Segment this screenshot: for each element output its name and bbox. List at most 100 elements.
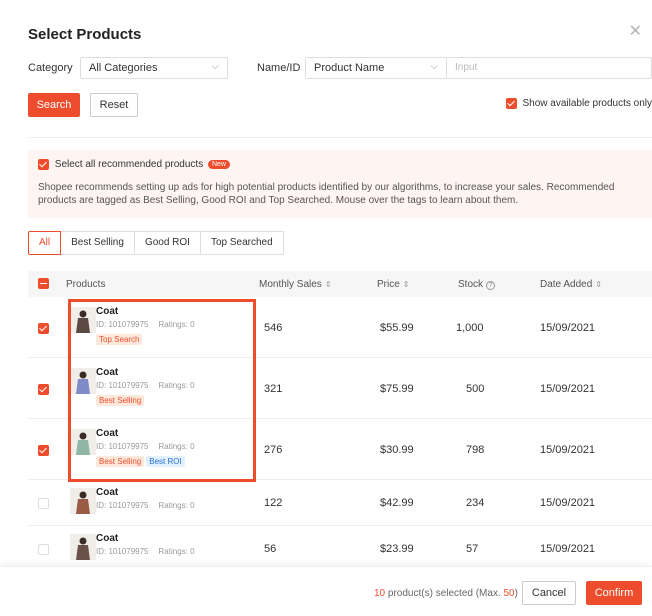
- product-tag[interactable]: Best Selling: [96, 395, 145, 406]
- tab-top-searched[interactable]: Top Searched: [201, 232, 283, 254]
- monthly-sales-value: 122: [264, 497, 283, 509]
- row-checkbox[interactable]: [38, 322, 49, 334]
- date-added-value: 15/09/2021: [540, 322, 596, 334]
- show-available-checkbox[interactable]: [505, 98, 517, 109]
- header-stock-label: Stock: [458, 279, 484, 290]
- product-tag[interactable]: Best Selling: [96, 456, 145, 467]
- price-value: $30.99: [380, 444, 414, 456]
- tab-good-roi[interactable]: Good ROI: [135, 232, 201, 254]
- name-id-input[interactable]: Input: [446, 57, 652, 79]
- product-name: Coat: [96, 367, 119, 378]
- sort-icon: ⇕: [595, 280, 602, 289]
- filter-tabs: All Best Selling Good ROI Top Searched: [28, 231, 284, 255]
- product-meta: ID: 101079975 Ratings: 0: [96, 381, 195, 390]
- header-stock: Stock?: [458, 279, 496, 290]
- selection-info: 10 product(s) selected (Max. 50): [374, 588, 518, 599]
- product-name: Coat: [96, 533, 119, 544]
- show-available-label: Show available products only: [522, 98, 652, 109]
- select-all-recommended-checkbox[interactable]: [38, 159, 49, 170]
- divider: [28, 137, 652, 138]
- product-tags: Top Search: [96, 333, 144, 345]
- chevron-down-icon: ⌵: [430, 61, 438, 72]
- product-id: ID: 101079975: [96, 547, 149, 556]
- header-monthly-sales[interactable]: Monthly Sales ⇕: [259, 279, 332, 290]
- product-meta: ID: 101079975 Ratings: 0: [96, 501, 195, 510]
- stock-value: 500: [466, 383, 485, 395]
- product-ratings: Ratings: 0: [158, 501, 195, 510]
- name-type-select[interactable]: Product Name ⌵: [305, 57, 447, 79]
- chevron-down-icon: ⌵: [211, 61, 219, 72]
- product-name: Coat: [96, 487, 119, 498]
- sort-icon: ⇕: [324, 280, 332, 289]
- header-products: Products: [66, 279, 106, 290]
- tab-all[interactable]: All: [28, 231, 62, 255]
- monthly-sales-value: 546: [264, 322, 283, 334]
- product-tag[interactable]: Best ROI: [146, 456, 185, 467]
- product-thumbnail: [70, 534, 96, 560]
- confirm-button[interactable]: Confirm: [586, 581, 642, 605]
- product-thumbnail: [70, 488, 96, 514]
- product-ratings: Ratings: 0: [158, 320, 195, 329]
- row-checkbox[interactable]: [38, 543, 49, 555]
- selected-text: product(s) selected (Max.: [385, 588, 504, 599]
- table-row[interactable]: Coat ID: 101079975 Ratings: 0 Best Selling 3…: [28, 358, 652, 419]
- table-header: Products Monthly Sales ⇕ Price ⇕ Stock? Da…: [28, 271, 652, 297]
- product-id: ID: 101079975: [96, 501, 149, 510]
- action-row: Search Reset Show available products onl…: [28, 93, 652, 117]
- date-added-value: 15/09/2021: [540, 543, 596, 555]
- row-checkbox[interactable]: [38, 497, 49, 509]
- category-select-value: All Categories: [89, 62, 158, 74]
- price-value: $55.99: [380, 322, 414, 334]
- header-monthly-sales-label: Monthly Sales: [259, 279, 322, 290]
- table-row[interactable]: Coat ID: 101079975 Ratings: 0 122 $42.99 234 1…: [28, 480, 652, 526]
- cancel-button[interactable]: Cancel: [522, 581, 576, 605]
- product-tags: Best Selling: [96, 394, 146, 406]
- table-row[interactable]: Coat ID: 101079975 Ratings: 0 Top Search 546…: [28, 297, 652, 358]
- modal-title: Select Products: [28, 26, 142, 43]
- header-price-label: Price: [377, 279, 400, 290]
- product-tags: Best Selling Best ROI: [96, 455, 187, 467]
- product-id: ID: 101079975: [96, 442, 149, 451]
- price-value: $42.99: [380, 497, 414, 509]
- close-paren: ): [514, 588, 518, 599]
- stock-value: 234: [466, 497, 485, 509]
- name-type-select-value: Product Name: [314, 62, 385, 74]
- date-added-value: 15/09/2021: [540, 444, 596, 456]
- category-label: Category: [28, 62, 73, 74]
- minus-icon: [38, 278, 49, 289]
- modal-footer: 10 product(s) selected (Max. 50) Cancel …: [0, 566, 652, 616]
- product-tag[interactable]: Top Search: [96, 334, 143, 345]
- selected-count: 10: [374, 588, 386, 599]
- product-id: ID: 101079975: [96, 320, 149, 329]
- row-checkbox[interactable]: [38, 383, 49, 395]
- category-select[interactable]: All Categories ⌵: [80, 57, 228, 79]
- row-checkbox[interactable]: [38, 444, 49, 456]
- product-name: Coat: [96, 306, 119, 317]
- stock-value: 1,000: [456, 322, 484, 334]
- product-ratings: Ratings: 0: [158, 442, 195, 451]
- select-products-modal: Select Products ✕ Category All Categorie…: [10, 8, 652, 616]
- header-price[interactable]: Price ⇕: [377, 279, 410, 290]
- table-row[interactable]: Coat ID: 101079975 Ratings: 0 Best Selling B…: [28, 419, 652, 480]
- reset-button[interactable]: Reset: [90, 93, 138, 117]
- recommendation-panel: Select all recommended products New Shop…: [28, 150, 652, 218]
- price-value: $23.99: [380, 543, 414, 555]
- close-icon[interactable]: ✕: [629, 24, 642, 40]
- price-value: $75.99: [380, 383, 414, 395]
- products-table: Products Monthly Sales ⇕ Price ⇕ Stock? Da…: [28, 271, 652, 572]
- filter-row: Category All Categories ⌵ Name/ID Produc…: [28, 57, 652, 79]
- select-all-recommended[interactable]: Select all recommended products New: [38, 159, 230, 170]
- recommendation-description: Shopee recommends setting up ads for hig…: [38, 182, 615, 206]
- max-count: 50: [503, 588, 515, 599]
- tab-best-selling[interactable]: Best Selling: [61, 232, 135, 254]
- search-button[interactable]: Search: [28, 93, 80, 117]
- show-available-toggle[interactable]: Show available products only: [505, 98, 652, 109]
- name-id-label: Name/ID: [257, 62, 301, 74]
- product-id: ID: 101079975: [96, 381, 149, 390]
- help-icon[interactable]: ?: [486, 281, 496, 290]
- select-all-checkbox[interactable]: [38, 278, 49, 289]
- product-ratings: Ratings: 0: [158, 547, 195, 556]
- header-date-added[interactable]: Date Added ⇕: [540, 279, 602, 290]
- monthly-sales-value: 56: [264, 543, 277, 555]
- monthly-sales-value: 276: [264, 444, 283, 456]
